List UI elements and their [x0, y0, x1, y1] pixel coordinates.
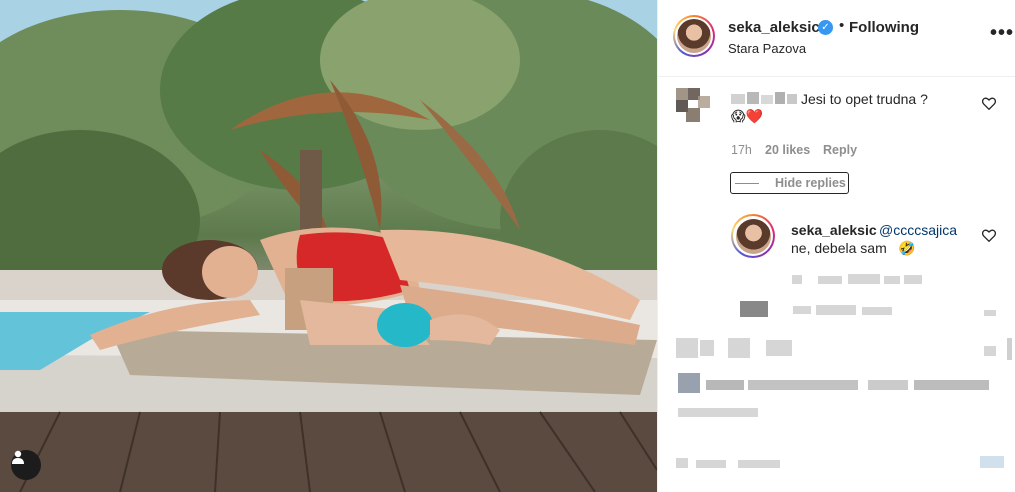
person-silhouette-icon — [12, 450, 24, 464]
author-username[interactable]: seka_aleksic — [728, 19, 820, 36]
following-button[interactable]: Following — [849, 19, 919, 36]
verified-badge-icon: ✓ — [818, 20, 833, 35]
header-separator: • — [839, 17, 845, 34]
reply-author-avatar[interactable] — [731, 214, 775, 258]
photo-scene — [0, 0, 657, 492]
post-photo[interactable] — [0, 0, 657, 492]
more-options-icon[interactable]: ••• — [990, 23, 1014, 43]
reply-username[interactable]: seka_aleksic — [791, 222, 877, 238]
commenter-username-pixelated[interactable] — [731, 92, 797, 106]
commenter-avatar-pixelated[interactable] — [676, 88, 710, 122]
user-tag-icon[interactable] — [11, 450, 41, 480]
comment-likes[interactable]: 20 likes — [765, 143, 810, 157]
scrollbar-thumb[interactable] — [1007, 338, 1012, 360]
comment-emoji: 😱❤️ — [731, 108, 764, 124]
author-avatar[interactable] — [673, 15, 715, 57]
post-location[interactable]: Stara Pazova — [728, 41, 806, 56]
hide-replies-button[interactable]: Hide replies — [730, 172, 849, 194]
heart-icon[interactable] — [982, 229, 996, 242]
post-header: seka_aleksic ✓ • Following Stara Pazova … — [658, 0, 1015, 77]
reply-emoji: 🤣 — [898, 240, 916, 256]
heart-icon[interactable] — [982, 97, 996, 110]
hide-replies-label: Hide replies — [775, 176, 846, 190]
reply-button[interactable]: Reply — [823, 143, 857, 157]
comment-time[interactable]: 17h — [731, 143, 752, 157]
reply-text: ne, debela sam — [791, 240, 887, 256]
comment-text: Jesi to opet trudna ? — [801, 91, 928, 107]
comments-panel: seka_aleksic ✓ • Following Stara Pazova … — [657, 0, 1015, 492]
reply-mention[interactable]: @ccccsajica — [879, 222, 957, 238]
